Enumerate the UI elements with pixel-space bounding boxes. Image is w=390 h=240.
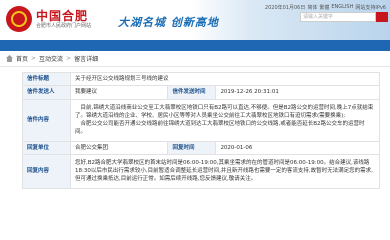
reply-content: 您好,B2路合肥大学翡翠校区的首末站时间是06:00-19:00,其乘坐需求的在… [70,153,380,189]
reply-content-label: 回复内容 [22,153,71,189]
site-logo[interactable]: 中国合肥 合肥市人民政府门户网站 [6,6,91,32]
search-input[interactable]: 请输入关键字 [300,12,376,22]
current-date: 2020年01月06日 [264,5,306,11]
content-label: 信件内容 [22,98,71,142]
message-title: 关于经开区公交线路规划三号线的建议 [70,71,380,87]
breadcrumb-home[interactable]: 首页 [16,54,28,63]
breadcrumb-separator: > [31,55,37,62]
main-nav-bar [0,40,390,51]
content-paragraph: 合肥公交公司能否开通公交线路前往锦绣大道到达工大翡翠校区地铁口的公交线路,或者能… [75,121,365,136]
message-detail-table: 信件标题 关于经开区公交线路规划三号线的建议 信件发送人 我要建议 信件发送时间… [22,71,380,189]
link-traditional[interactable]: 繁體 [319,4,329,11]
home-icon [6,55,13,62]
title-label: 信件标题 [22,71,71,87]
reply-time: 2020-01-06 [215,140,380,155]
site-slogan: 大湖名城 创新高地 [118,16,219,29]
breadcrumb-interaction[interactable]: 互动交流 [39,54,63,63]
content-paragraph: 目前,锦绣大道沿线商业公交至工大翡翠校区地铁口只有B2路可以直达,不够便。但是B… [75,104,374,119]
breadcrumb-current: 留言详细 [74,56,99,63]
reply-unit: 合肥公交集团 [69,140,169,155]
top-links: 2020年01月06日 简体 繁體 ENGLISH 网站支持IPv6 [265,4,386,11]
header: 中国合肥 合肥市人民政府门户网站 大湖名城 创新高地 2020年01月06日 简… [0,0,390,40]
search-button[interactable] [376,12,388,22]
ipv6-badge: 网站支持IPv6 [355,5,386,11]
link-english[interactable]: ENGLISH [331,4,353,11]
link-simplified[interactable]: 简体 [307,4,317,11]
message-content: 目前,锦绣大道沿线商业公交至工大翡翠校区地铁口只有B2路可以直达,不够便。但是B… [70,98,380,142]
message-sender: 我要建议 [69,85,169,100]
reply-unit-label: 回复单位 [22,140,71,155]
send-time-label: 信件发送时间 [167,85,217,100]
message-send-time: 2019-12-26 20:31:01 [215,85,380,100]
breadcrumb-separator: > [66,55,72,62]
city-emblem-icon [6,6,32,32]
reply-time-label: 回复时间 [167,140,217,155]
sender-label: 信件发送人 [22,85,71,100]
logo-title: 中国合肥 [36,8,89,23]
breadcrumb: 首页 > 互动交流 > 留言详细 [0,51,390,67]
logo-subtitle: 合肥市人民政府门户网站 [36,22,92,29]
